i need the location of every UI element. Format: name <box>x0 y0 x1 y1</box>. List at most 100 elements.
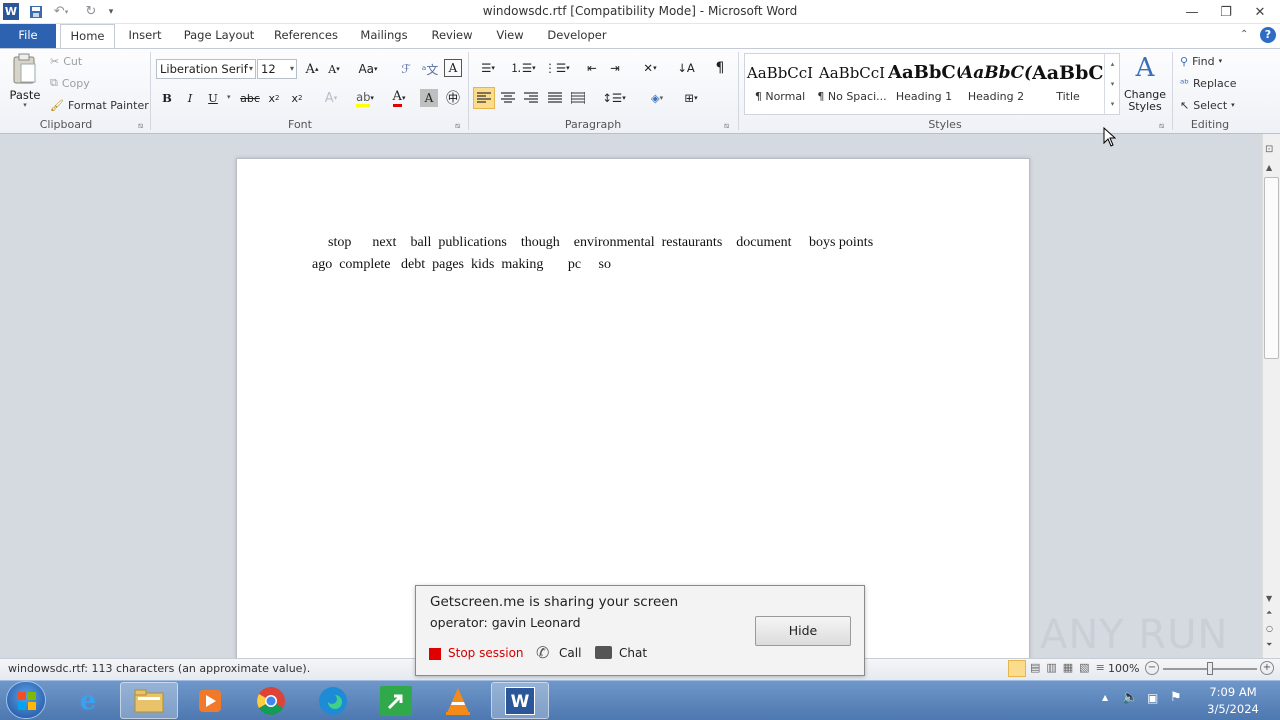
call-button[interactable]: Call <box>559 646 581 660</box>
edge-taskbar[interactable] <box>304 682 362 719</box>
grow-font-icon[interactable]: A ▴ <box>302 59 322 79</box>
copy-button[interactable]: ⧉ Copy <box>50 73 90 93</box>
style-title[interactable]: AaBbC( Title <box>1032 56 1104 112</box>
chat-button[interactable]: Chat <box>619 646 647 660</box>
file-explorer-taskbar[interactable] <box>120 682 178 719</box>
maximize-button[interactable]: ❐ <box>1209 0 1243 24</box>
clock-time[interactable]: 7:09 AM <box>1198 685 1268 699</box>
minimize-ribbon-icon[interactable]: ⌃ <box>1240 29 1248 40</box>
distributed-button[interactable] <box>568 88 588 108</box>
replace-button[interactable]: ᵃᵇ Replace <box>1180 73 1237 93</box>
view-mode-icons[interactable]: ▤▥▦▧≡ <box>1030 661 1111 674</box>
select-button[interactable]: ↖ Select ▾ <box>1180 95 1235 115</box>
document-line[interactable]: stop next ball publications though envir… <box>328 235 873 251</box>
ruler-toggle-icon[interactable]: ⊡ <box>1265 144 1273 155</box>
shading-icon[interactable]: ◈ ▾ <box>643 88 671 108</box>
stop-session-button[interactable]: Stop session <box>448 646 524 660</box>
borders-icon[interactable]: ⊞ ▾ <box>677 88 705 108</box>
minimize-button[interactable]: — <box>1175 0 1209 24</box>
getscreen-taskbar[interactable] <box>367 682 425 719</box>
start-button[interactable] <box>6 681 46 719</box>
style-heading-1[interactable]: AaBbC( Heading 1 <box>888 56 960 112</box>
change-styles-button[interactable]: A Change Styles <box>1122 53 1168 115</box>
line-spacing-icon[interactable]: ↕☰ ▾ <box>600 88 628 108</box>
document-line[interactable]: ago complete debt pages kids making pc s… <box>312 257 611 273</box>
numbering-icon[interactable]: ⒈☰ ▾ <box>508 58 538 78</box>
find-button[interactable]: ⚲ Find ▾ <box>1180 51 1222 71</box>
paste-button[interactable]: Paste ▾ <box>6 53 44 111</box>
tab-insert[interactable]: Insert <box>123 24 167 48</box>
enclose-characters-icon[interactable]: ㊥ <box>443 88 463 108</box>
text-effects-icon[interactable]: A ▾ <box>318 88 344 108</box>
superscript-icon[interactable]: x2 <box>287 88 307 108</box>
zoom-out-icon[interactable]: − <box>1145 661 1159 675</box>
style-heading-2[interactable]: AaBbC( Heading 2 <box>960 56 1032 112</box>
font-name-combo[interactable]: Liberation Serif ▾ <box>156 59 256 79</box>
close-button[interactable]: ✕ <box>1243 0 1277 24</box>
network-icon[interactable]: ▣ <box>1147 691 1158 705</box>
asian-layout-icon[interactable]: ✕ ▾ <box>637 58 663 78</box>
scroll-down-icon[interactable]: ▼ <box>1266 594 1272 603</box>
clear-formatting-icon[interactable]: ℱ <box>396 59 416 79</box>
font-size-combo[interactable]: 12 ▾ <box>257 59 297 79</box>
help-icon[interactable]: ? <box>1260 27 1276 43</box>
tab-file[interactable]: File <box>0 24 56 48</box>
align-right-button[interactable] <box>521 88 541 108</box>
next-page-icon[interactable]: ⏷ <box>1266 640 1272 650</box>
style-normal[interactable]: AaBbCcI ¶ Normal <box>744 56 816 112</box>
scrollbar-thumb[interactable] <box>1264 177 1279 359</box>
zoom-in-icon[interactable]: + <box>1260 661 1274 675</box>
select-browse-object-icon[interactable]: ○ <box>1266 624 1273 633</box>
style-no-spacing[interactable]: AaBbCcI ¶ No Spaci... <box>816 56 888 112</box>
tab-view[interactable]: View <box>490 24 530 48</box>
paragraph-launcher-icon[interactable]: ⧅ <box>724 121 729 131</box>
tab-mailings[interactable]: Mailings <box>354 24 414 48</box>
zoom-level[interactable]: 100% <box>1108 662 1139 675</box>
subscript-icon[interactable]: x2 <box>264 88 284 108</box>
hide-button[interactable]: Hide <box>755 616 851 646</box>
tab-home[interactable]: Home <box>60 24 115 49</box>
show-hidden-icons[interactable]: ▲ <box>1102 693 1108 702</box>
styles-scroll[interactable]: ▴ ▾ ▾ <box>1104 54 1120 114</box>
font-color-icon[interactable]: A ▾ <box>384 88 414 108</box>
shrink-font-icon[interactable]: A ▾ <box>324 59 344 79</box>
scroll-up-icon[interactable]: ▲ <box>1266 163 1272 172</box>
internet-explorer-taskbar[interactable]: e <box>59 682 117 719</box>
italic-button[interactable]: I <box>181 88 199 108</box>
font-launcher-icon[interactable]: ⧅ <box>455 121 460 131</box>
strikethrough-icon[interactable]: abc <box>240 88 260 108</box>
chrome-taskbar[interactable] <box>242 682 300 719</box>
align-left-button[interactable] <box>473 87 495 109</box>
bold-button[interactable]: B <box>158 88 176 108</box>
increase-indent-icon[interactable]: ⇥ <box>605 58 625 78</box>
clipboard-launcher-icon[interactable]: ⧅ <box>138 121 143 131</box>
sort-icon[interactable]: ↓A <box>676 58 696 78</box>
styles-launcher-icon[interactable]: ⧅ <box>1159 121 1164 131</box>
media-player-taskbar[interactable] <box>181 682 239 719</box>
tab-review[interactable]: Review <box>426 24 478 48</box>
highlight-color-icon[interactable]: ab ▾ <box>350 88 380 108</box>
word-taskbar[interactable]: W <box>491 682 549 719</box>
tab-page-layout[interactable]: Page Layout <box>180 24 258 48</box>
change-case-icon[interactable]: Aa ▾ <box>354 59 382 79</box>
justify-button[interactable] <box>545 88 565 108</box>
previous-page-icon[interactable]: ⏶ <box>1266 608 1272 618</box>
volume-icon[interactable]: 🔈 <box>1122 690 1138 705</box>
show-formatting-marks-icon[interactable]: ¶ <box>710 58 730 78</box>
clock-date[interactable]: 3/5/2024 <box>1198 702 1268 716</box>
multilevel-list-icon[interactable]: ⋮☰ ▾ <box>542 58 572 78</box>
vlc-taskbar[interactable] <box>429 682 487 719</box>
character-shading-icon[interactable]: A <box>420 89 438 107</box>
phonetic-guide-icon[interactable]: ᵃ文 <box>420 59 440 79</box>
cut-button[interactable]: ✂ Cut <box>50 51 82 71</box>
print-layout-view-icon[interactable] <box>1008 660 1026 677</box>
decrease-indent-icon[interactable]: ⇤ <box>582 58 602 78</box>
underline-button[interactable]: U <box>204 88 222 108</box>
underline-dropdown-icon[interactable]: ▾ <box>227 93 231 101</box>
align-center-button[interactable] <box>498 88 518 108</box>
bullets-icon[interactable]: ☰ ▾ <box>474 58 502 78</box>
action-center-flag-icon[interactable]: ⚑ <box>1170 690 1182 705</box>
format-painter-button[interactable]: 🖌 Format Painter <box>50 95 149 115</box>
tab-references[interactable]: References <box>270 24 342 48</box>
zoom-slider-thumb[interactable] <box>1207 662 1213 675</box>
